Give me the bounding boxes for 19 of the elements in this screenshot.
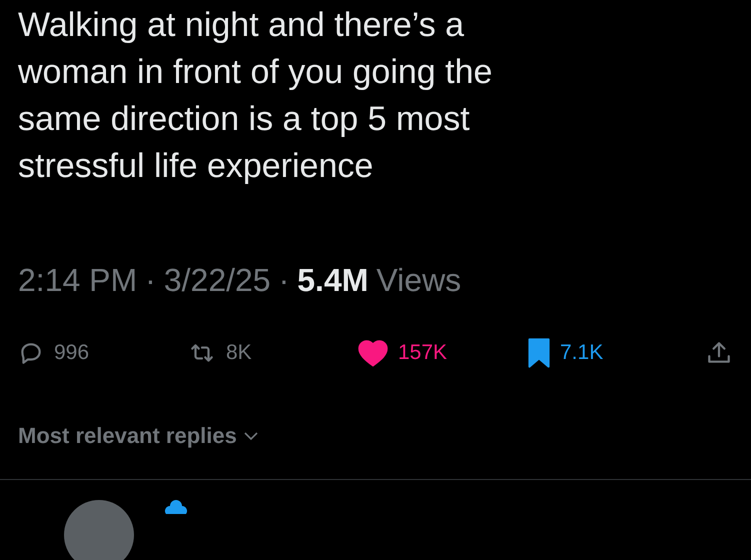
- post-time: 2:14 PM: [18, 262, 138, 299]
- heart-icon: [358, 339, 388, 367]
- post-date: 3/22/25: [164, 262, 271, 299]
- view-count: 5.4M: [297, 262, 368, 299]
- share-icon: [706, 340, 732, 366]
- separator-dot: ·: [278, 262, 290, 299]
- share-button[interactable]: [706, 340, 732, 366]
- bookmark-icon: [528, 338, 550, 368]
- views-label: Views: [376, 262, 462, 299]
- bookmark-button[interactable]: 7.1K: [528, 338, 706, 368]
- post-text: Walking at night and there’s a woman in front of you going the same direction is a top 5 most stressful life experience: [18, 5, 494, 187]
- reply-button[interactable]: 996: [18, 340, 188, 366]
- like-button[interactable]: 157K: [358, 339, 528, 367]
- chevron-down-icon: [242, 431, 259, 441]
- replies-sort-dropdown[interactable]: Most relevant replies: [18, 423, 259, 449]
- verified-badge-icon: [163, 500, 189, 514]
- separator-dot: ·: [145, 262, 156, 299]
- avatar: [64, 500, 134, 560]
- repost-button[interactable]: 8K: [188, 340, 358, 366]
